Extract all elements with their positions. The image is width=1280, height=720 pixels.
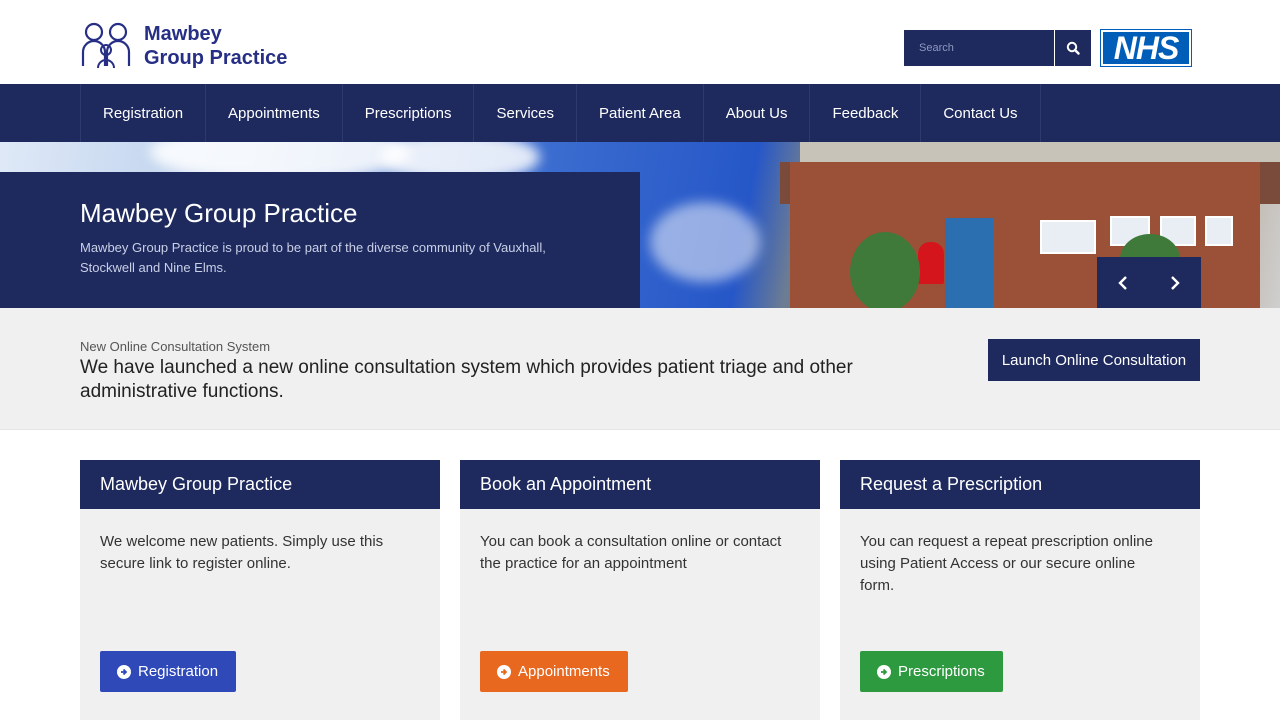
appointments-button-label: Appointments	[518, 663, 610, 680]
hero-description: Mawbey Group Practice is proud to be par…	[80, 240, 546, 275]
site-header: Mawbey Group Practice NHS	[0, 0, 1280, 84]
launch-online-consultation-button[interactable]: Launch Online Consultation	[988, 339, 1200, 381]
practice-name-line1: Mawbey	[144, 23, 222, 45]
appointments-button[interactable]: Appointments	[480, 651, 628, 692]
arrow-circle-right-icon	[117, 664, 131, 679]
nav-item-patient-area[interactable]: Patient Area	[577, 84, 704, 142]
building-window	[1040, 220, 1096, 254]
banner-kicker: New Online Consultation System	[80, 339, 271, 354]
practice-name: Mawbey Group Practice	[144, 22, 287, 70]
search-icon	[1066, 41, 1080, 55]
building-door	[945, 218, 993, 308]
card-text: You can book a consultation online or co…	[480, 533, 782, 572]
search-button[interactable]	[1054, 30, 1091, 66]
practice-logo[interactable]: Mawbey Group Practice	[80, 20, 320, 72]
banner-text: We have launched a new online consultati…	[80, 357, 853, 402]
card-text: You can request a repeat prescription on…	[860, 533, 1153, 594]
people-logo-icon	[81, 22, 131, 69]
prescriptions-button-label: Prescriptions	[898, 663, 985, 680]
postbox	[918, 242, 944, 284]
nav-item-appointments[interactable]: Appointments	[206, 84, 343, 142]
nav-item-feedback[interactable]: Feedback	[810, 84, 922, 142]
chevron-left-icon	[1118, 275, 1127, 290]
nav-item-registration[interactable]: Registration	[81, 84, 207, 142]
arrow-circle-right-icon	[497, 664, 511, 679]
search-form	[904, 30, 1091, 66]
card-title: Book an Appointment	[460, 460, 820, 509]
card-appointments: Book an Appointment You can book a consu…	[460, 460, 820, 720]
card-registration: Mawbey Group Practice We welcome new pat…	[80, 460, 440, 720]
slider-next-button[interactable]	[1149, 257, 1201, 308]
practice-name-line2: Group Practice	[144, 47, 288, 69]
sky-cloud	[650, 202, 760, 282]
nhs-logo[interactable]: NHS	[1100, 29, 1192, 67]
chevron-right-icon	[1171, 275, 1180, 290]
arrow-circle-right-icon	[877, 664, 891, 679]
building-window	[1205, 216, 1233, 246]
registration-button-label: Registration	[138, 663, 219, 680]
registration-button[interactable]: Registration	[100, 651, 237, 692]
nav-item-prescriptions[interactable]: Prescriptions	[343, 84, 475, 142]
card-title: Request a Prescription	[840, 460, 1200, 509]
slider-prev-button[interactable]	[1097, 257, 1149, 308]
search-input[interactable]	[904, 30, 1054, 66]
nav-item-contact-us[interactable]: Contact Us	[921, 84, 1041, 142]
card-text: We welcome new patients. Simply use this…	[100, 533, 384, 572]
card-title: Mawbey Group Practice	[80, 460, 440, 509]
nav-item-about-us[interactable]: About Us	[704, 84, 811, 142]
nav-item-services[interactable]: Services	[474, 84, 578, 142]
hero-caption-panel: Mawbey Group Practice Mawbey Group Pract…	[0, 172, 640, 308]
online-consultation-banner: New Online Consultation System We have l…	[0, 308, 1280, 430]
building-upper-floor	[800, 142, 1280, 164]
card-prescriptions: Request a Prescription You can request a…	[840, 460, 1200, 720]
bush	[850, 232, 920, 308]
main-navigation: Registration Appointments Prescriptions …	[0, 84, 1280, 142]
prescriptions-button[interactable]: Prescriptions	[860, 651, 1003, 692]
hero-title: Mawbey Group Practice	[80, 198, 358, 228]
hero-slider: Mawbey Group Practice Mawbey Group Pract…	[0, 142, 1280, 308]
